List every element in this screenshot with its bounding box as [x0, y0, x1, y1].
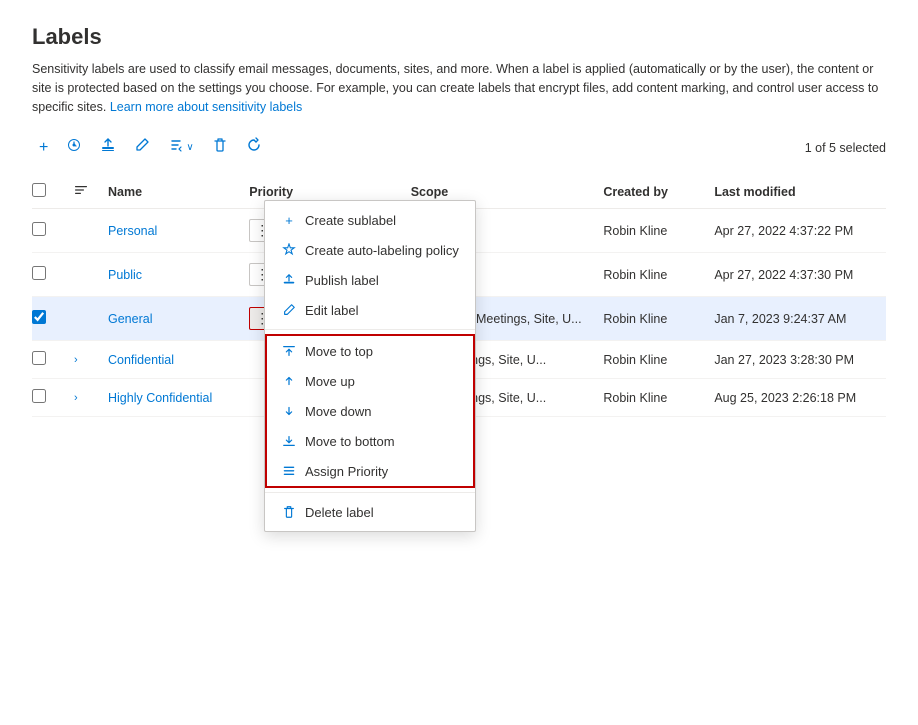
sort-chevron-icon: ∨: [186, 142, 193, 153]
row-checkbox[interactable]: [32, 310, 46, 324]
row-checkbox-cell[interactable]: [32, 253, 64, 297]
move-up-label: Move up: [305, 374, 355, 389]
row-expand-cell: [64, 297, 98, 341]
row-checkbox[interactable]: [32, 351, 46, 365]
move-down-icon: [281, 403, 297, 419]
name-header: Name: [98, 175, 239, 209]
row-last-modified-cell: Aug 25, 2023 2:26:18 PM: [704, 379, 886, 417]
auto-labeling-menu-icon: [281, 242, 297, 258]
expand-icon[interactable]: ›: [74, 354, 78, 366]
row-expand-cell: [64, 253, 98, 297]
row-last-modified-cell: Jan 27, 2023 3:28:30 PM: [704, 341, 886, 379]
context-menu: + Create sublabel Create auto-labeling p…: [264, 200, 476, 532]
page-title: Labels: [32, 24, 886, 50]
publish-button[interactable]: [93, 132, 123, 163]
move-up-menuitem[interactable]: Move up: [267, 366, 473, 396]
auto-labeling-button[interactable]: [59, 132, 89, 163]
row-created-by-cell: Robin Kline: [593, 253, 704, 297]
label-name-link[interactable]: General: [108, 312, 152, 326]
add-icon: +: [39, 139, 48, 157]
context-menu-divider: [265, 329, 475, 330]
label-name-link[interactable]: Public: [108, 268, 142, 282]
learn-more-link[interactable]: Learn more about sensitivity labels: [110, 100, 302, 114]
selected-info: 1 of 5 selected: [805, 141, 886, 155]
move-to-top-label: Move to top: [305, 344, 373, 359]
edit-button[interactable]: [127, 132, 157, 163]
row-expand-cell[interactable]: ›: [64, 341, 98, 379]
auto-labeling-icon: [66, 137, 82, 158]
row-last-modified-cell: Jan 7, 2023 9:24:37 AM: [704, 297, 886, 341]
edit-label-label: Edit label: [305, 303, 358, 318]
refresh-icon: [246, 137, 262, 158]
assign-priority-label: Assign Priority: [305, 464, 388, 479]
move-to-top-menuitem[interactable]: Move to top: [267, 336, 473, 366]
select-all-checkbox[interactable]: [32, 183, 46, 197]
created-by-header: Created by: [593, 175, 704, 209]
row-created-by-cell: Robin Kline: [593, 209, 704, 253]
create-sublabel-menuitem[interactable]: + Create sublabel: [265, 205, 475, 235]
row-checkbox[interactable]: [32, 222, 46, 236]
delete-label-menuitem[interactable]: Delete label: [265, 497, 475, 527]
move-to-bottom-label: Move to bottom: [305, 434, 395, 449]
row-last-modified-cell: Apr 27, 2022 4:37:22 PM: [704, 209, 886, 253]
assign-priority-icon: [281, 463, 297, 479]
sort-button[interactable]: ∨: [161, 132, 200, 163]
edit-icon: [134, 137, 150, 158]
row-name-cell[interactable]: Personal: [98, 209, 239, 253]
publish-label-icon: [281, 272, 297, 288]
context-menu-divider-2: [265, 492, 475, 493]
move-up-icon: [281, 373, 297, 389]
edit-label-icon: [281, 302, 297, 318]
create-sublabel-icon: +: [281, 212, 297, 228]
row-name-cell[interactable]: Highly Confidential: [98, 379, 239, 417]
expand-header: [64, 175, 98, 209]
delete-label-label: Delete label: [305, 505, 374, 520]
row-checkbox-cell[interactable]: [32, 341, 64, 379]
row-checkbox[interactable]: [32, 266, 46, 280]
label-name-link[interactable]: Confidential: [108, 353, 174, 367]
row-created-by-cell: Robin Kline: [593, 379, 704, 417]
publish-icon: [100, 137, 116, 158]
last-modified-header: Last modified: [704, 175, 886, 209]
row-expand-cell: [64, 209, 98, 253]
create-auto-labeling-label: Create auto-labeling policy: [305, 243, 459, 258]
toolbar: + ∨ 1 of 5 selected: [32, 132, 886, 163]
label-name-link[interactable]: Highly Confidential: [108, 391, 212, 405]
publish-label-menuitem[interactable]: Publish label: [265, 265, 475, 295]
move-down-menuitem[interactable]: Move down: [267, 396, 473, 426]
priority-actions-group: Move to top Move up Move down: [265, 334, 475, 488]
select-all-header[interactable]: [32, 175, 64, 209]
row-checkbox-cell[interactable]: [32, 297, 64, 341]
row-expand-cell[interactable]: ›: [64, 379, 98, 417]
move-to-bottom-icon: [281, 433, 297, 449]
row-created-by-cell: Robin Kline: [593, 297, 704, 341]
create-sublabel-label: Create sublabel: [305, 213, 396, 228]
row-name-cell[interactable]: Confidential: [98, 341, 239, 379]
move-to-bottom-menuitem[interactable]: Move to bottom: [267, 426, 473, 456]
row-checkbox[interactable]: [32, 389, 46, 403]
delete-button[interactable]: [205, 132, 235, 163]
row-checkbox-cell[interactable]: [32, 209, 64, 253]
create-auto-labeling-menuitem[interactable]: Create auto-labeling policy: [265, 235, 475, 265]
move-down-label: Move down: [305, 404, 371, 419]
row-checkbox-cell[interactable]: [32, 379, 64, 417]
expand-icon[interactable]: ›: [74, 392, 78, 404]
delete-icon: [212, 137, 228, 158]
edit-label-menuitem[interactable]: Edit label: [265, 295, 475, 325]
refresh-button[interactable]: [239, 132, 269, 163]
page-description: Sensitivity labels are used to classify …: [32, 60, 886, 116]
move-to-top-icon: [281, 343, 297, 359]
row-name-cell[interactable]: General: [98, 297, 239, 341]
sort-icon: [168, 137, 184, 158]
row-name-cell[interactable]: Public: [98, 253, 239, 297]
row-last-modified-cell: Apr 27, 2022 4:37:30 PM: [704, 253, 886, 297]
add-button[interactable]: +: [32, 134, 55, 162]
publish-label-label: Publish label: [305, 273, 379, 288]
row-created-by-cell: Robin Kline: [593, 341, 704, 379]
delete-label-icon: [281, 504, 297, 520]
label-name-link[interactable]: Personal: [108, 224, 157, 238]
assign-priority-menuitem[interactable]: Assign Priority: [267, 456, 473, 486]
